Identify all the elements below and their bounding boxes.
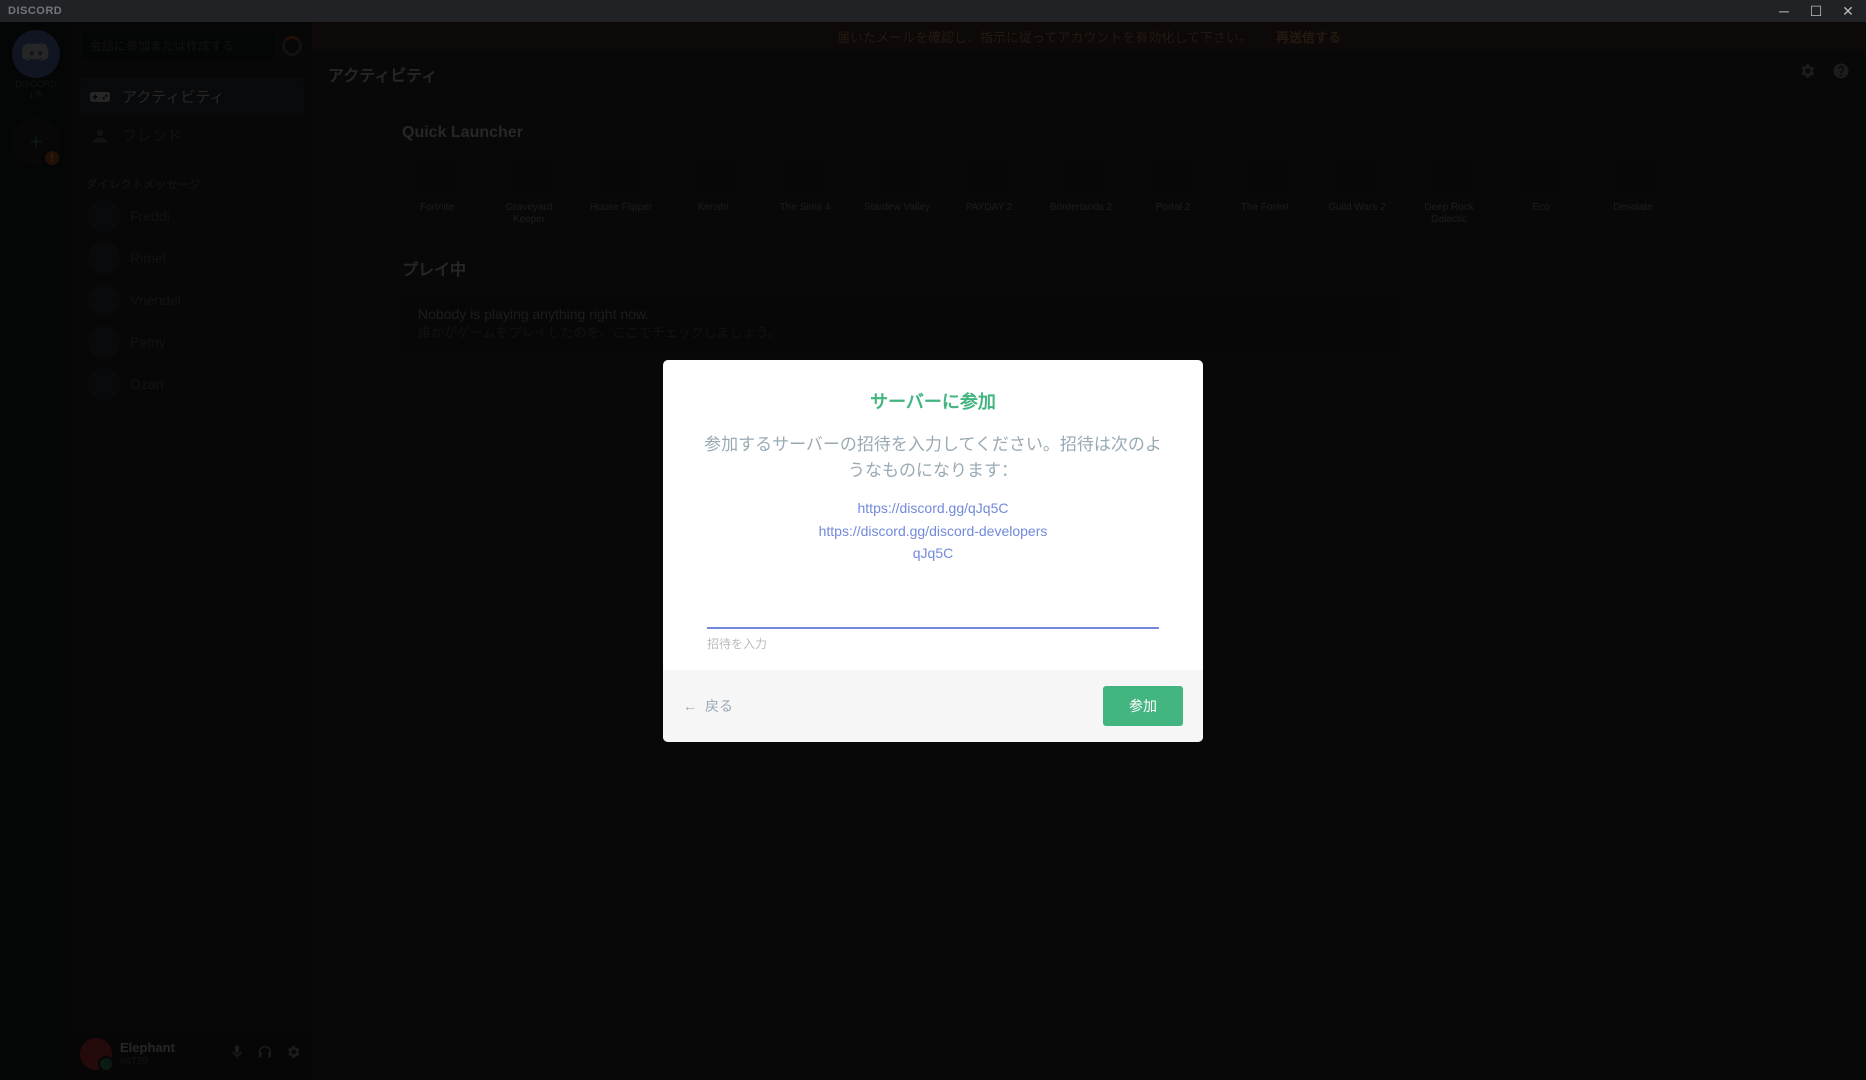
minimize-button[interactable]: ─ (1770, 0, 1798, 22)
modal-overlay[interactable]: サーバーに参加 参加するサーバーの招待を入力してください。招待は次のようなものに… (0, 22, 1866, 1080)
arrow-left-icon: ← (683, 698, 697, 714)
modal-description: 参加するサーバーの招待を入力してください。招待は次のようなものになります： (697, 432, 1169, 483)
invite-example: qJq5C (697, 542, 1169, 564)
modal-title: サーバーに参加 (697, 388, 1169, 414)
titlebar: DISCORD ─ ☐ ✕ (0, 0, 1866, 22)
invite-input-label: 招待を入力 (707, 635, 1159, 652)
invite-input[interactable] (707, 593, 1159, 629)
modal-examples: https://discord.gg/qJq5Chttps://discord.… (697, 497, 1169, 564)
app-logo-text: DISCORD (8, 5, 62, 17)
join-button[interactable]: 参加 (1103, 686, 1183, 726)
maximize-button[interactable]: ☐ (1802, 0, 1830, 22)
window-controls: ─ ☐ ✕ (1770, 0, 1866, 22)
close-button[interactable]: ✕ (1834, 0, 1862, 22)
back-label: 戻る (705, 696, 733, 716)
invite-example: https://discord.gg/qJq5C (697, 497, 1169, 519)
invite-example: https://discord.gg/discord-developers (697, 520, 1169, 542)
join-server-modal: サーバーに参加 参加するサーバーの招待を入力してください。招待は次のようなものに… (663, 360, 1203, 741)
modal-footer: ← 戻る 参加 (663, 670, 1203, 742)
back-button[interactable]: ← 戻る (683, 696, 733, 716)
